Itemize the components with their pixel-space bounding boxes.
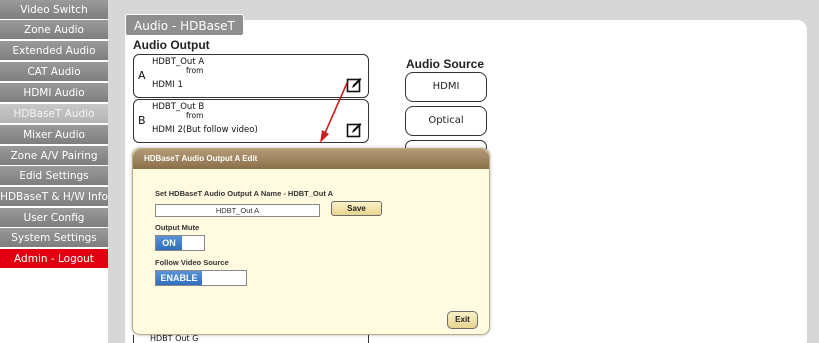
toggle-state: ENABLE	[156, 271, 202, 285]
name-input[interactable]: HDBT_Out A	[155, 204, 320, 217]
follow-video-toggle[interactable]: ENABLE	[155, 270, 247, 286]
sidebar-item-video-switch[interactable]: Video Switch	[0, 0, 108, 20]
output-source: HDMI 1	[152, 80, 183, 90]
sidebar-item-zone-av-pairing[interactable]: Zone A/V Pairing	[0, 146, 108, 166]
output-from-label: from	[186, 66, 204, 75]
audio-output-title: Audio Output	[133, 38, 210, 52]
output-letter: B	[138, 114, 146, 127]
audio-source-title: Audio Source	[406, 57, 485, 71]
output-name-partial: HDBT Out G	[150, 334, 199, 343]
sidebar-item-cat-audio[interactable]: CAT Audio	[0, 62, 108, 82]
page-title-tab: Audio - HDBaseT	[125, 14, 244, 36]
sidebar-item-extended-audio[interactable]: Extended Audio	[0, 41, 108, 61]
annotation-arrow-icon	[320, 82, 348, 143]
sidebar-item-hdbaset-audio[interactable]: HDBaseT Audio	[0, 104, 108, 124]
name-label: Set HDBaseT Audio Output A Name - HDBT_O…	[155, 189, 334, 198]
sidebar-item-admin-logout[interactable]: Admin - Logout	[0, 249, 108, 269]
sidebar-item-hdmi-audio[interactable]: HDMI Audio	[0, 83, 108, 103]
output-source: HDMI 2(But follow video)	[152, 125, 258, 135]
sidebar-item-zone-audio[interactable]: Zone Audio	[0, 20, 108, 40]
save-button[interactable]: Save	[331, 201, 382, 216]
source-button-optical[interactable]: Optical	[405, 106, 487, 136]
sidebar-item-user-config[interactable]: User Config	[0, 208, 108, 228]
edit-dialog: HDBaseT Audio Output A Edit Set HDBaseT …	[132, 148, 490, 335]
output-mute-label: Output Mute	[155, 223, 200, 232]
sidebar-item-mixer-audio[interactable]: Mixer Audio	[0, 125, 108, 145]
sidebar-item-hdbaset-hw-info[interactable]: HDBaseT & H/W Info	[0, 187, 108, 207]
app-root: Video Switch Zone Audio Extended Audio C…	[0, 0, 819, 343]
exit-button[interactable]: Exit	[447, 311, 478, 329]
follow-video-label: Follow Video Source	[155, 258, 229, 267]
output-letter: A	[138, 69, 146, 82]
dialog-title: HDBaseT Audio Output A Edit	[133, 149, 489, 169]
toggle-state: ON	[156, 236, 182, 250]
source-button-hdmi[interactable]: HDMI	[405, 72, 487, 102]
sidebar-item-system-settings[interactable]: System Settings	[0, 228, 108, 248]
sidebar-item-edid-settings[interactable]: Edid Settings	[0, 166, 108, 186]
output-mute-toggle[interactable]: ON	[155, 235, 205, 251]
output-from-label: from	[186, 111, 204, 120]
